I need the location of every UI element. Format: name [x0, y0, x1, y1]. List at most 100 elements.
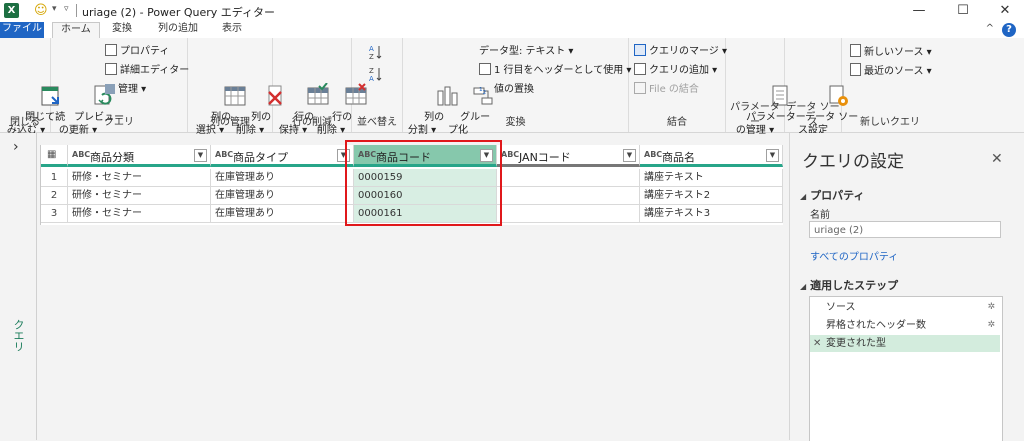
group-label-parameters: パラメーター: [730, 102, 780, 128]
column-header-product-name[interactable]: ABC 商品名 ▼: [640, 145, 783, 167]
table-cell[interactable]: 在庫管理あり: [211, 169, 354, 187]
table-cell[interactable]: [497, 205, 640, 223]
remove-columns-icon: [237, 70, 283, 106]
properties-heading[interactable]: ◢ プロパティ: [800, 187, 865, 203]
advanced-editor-icon: [105, 63, 117, 75]
table-corner-menu[interactable]: ▦: [41, 145, 68, 167]
help-icon[interactable]: ?: [1002, 23, 1016, 37]
ribbon-tabs: ファイル ホーム 変換 列の追加 表示 ^ ?: [0, 22, 1024, 39]
sort-ascending-button[interactable]: AZ: [369, 44, 383, 61]
text-type-icon[interactable]: ABC: [215, 150, 233, 159]
recent-sources-button[interactable]: 最近のソース ▾: [850, 63, 932, 79]
data-type-dropdown[interactable]: データ型: テキスト ▾: [479, 44, 573, 60]
text-type-icon[interactable]: ABC: [501, 150, 519, 159]
all-properties-link[interactable]: すべてのプロパティ: [810, 248, 898, 263]
remove-rows-button[interactable]: 行の 削除 ▾: [313, 44, 367, 150]
merge-queries-button[interactable]: クエリのマージ ▾: [634, 44, 727, 60]
ribbon-group-transform: 列の 分割 ▾ グルー プ化 データ型: テキスト ▾ 1 行目をヘッダーとして…: [403, 38, 631, 136]
merge-queries-icon: [634, 44, 646, 56]
table-cell[interactable]: 在庫管理あり: [211, 187, 354, 205]
table-cell[interactable]: 講座テキスト2: [640, 187, 783, 205]
choose-columns-button[interactable]: 列の 選択 ▾: [192, 44, 246, 150]
filter-dropdown-icon[interactable]: ▼: [766, 149, 779, 162]
table-cell[interactable]: 講座テキスト3: [640, 205, 783, 223]
advanced-editor-button[interactable]: 詳細エディター: [105, 63, 189, 79]
choose-columns-icon: [197, 70, 246, 106]
filter-dropdown-icon[interactable]: ▼: [194, 149, 207, 162]
sort-descending-button[interactable]: ZA: [369, 66, 383, 83]
query-name-input[interactable]: uriage (2): [809, 221, 1001, 238]
group-label-query: クエリ: [104, 117, 134, 128]
tab-transform[interactable]: 変換: [104, 22, 140, 38]
quick-access-dropdown-icon[interactable]: ▾: [52, 4, 57, 14]
manage-parameters-button[interactable]: パラメーター の管理 ▾: [727, 44, 806, 150]
tab-home[interactable]: ホーム: [52, 22, 100, 39]
maximize-button[interactable]: ☐: [948, 2, 978, 20]
group-by-button[interactable]: グルー プ化: [441, 44, 493, 150]
text-type-icon[interactable]: ABC: [72, 150, 90, 159]
refresh-preview-button[interactable]: プレビュー の更新 ▾: [55, 44, 124, 150]
svg-text:Z: Z: [369, 53, 374, 60]
close-icon[interactable]: ✕: [991, 151, 1003, 167]
applied-steps-heading[interactable]: ◢ 適用したステップ: [800, 277, 898, 293]
new-source-button[interactable]: 新しいソース ▾: [850, 44, 932, 60]
row-number[interactable]: 2: [41, 187, 68, 205]
ribbon-group-combine: クエリのマージ ▾ クエリの追加 ▾ File の結合 結合: [629, 38, 727, 132]
properties-button[interactable]: プロパティ: [105, 44, 169, 60]
column-header-product-type[interactable]: ABC 商品タイプ ▼: [211, 145, 354, 167]
column-name: JANコード: [519, 151, 571, 164]
svg-text:A: A: [369, 45, 374, 53]
tab-add-column[interactable]: 列の追加: [150, 22, 206, 38]
close-and-load-icon: [13, 70, 60, 106]
queries-pane-label[interactable]: クエリ: [10, 319, 26, 352]
table-cell[interactable]: 研修・セミナー: [68, 169, 211, 187]
tab-view[interactable]: 表示: [214, 22, 250, 38]
table-cell[interactable]: 研修・セミナー: [68, 205, 211, 223]
gear-icon[interactable]: ✲: [987, 317, 995, 334]
split-column-button[interactable]: 列の 分割 ▾: [405, 44, 458, 150]
group-label-data-source: データ ソース: [786, 102, 840, 128]
group-label-sort: 並べ替え: [357, 117, 397, 128]
remove-columns-button[interactable]: 列の 削除 ▾: [232, 44, 283, 150]
manage-button[interactable]: 管理 ▾: [105, 82, 146, 98]
settings-title: クエリの設定: [802, 152, 904, 172]
use-first-row-as-headers-button[interactable]: 1 行目をヘッダーとして使用 ▾: [479, 63, 631, 79]
combine-files-button: File の結合: [634, 82, 699, 98]
table-cell[interactable]: 研修・セミナー: [68, 187, 211, 205]
row-number[interactable]: 3: [41, 205, 68, 223]
ribbon-group-close: 閉じて読 み込む ▾ 閉じる: [0, 38, 65, 136]
row-number[interactable]: 1: [41, 169, 68, 187]
minimize-button[interactable]: —: [904, 2, 934, 20]
remove-rows-icon: [318, 70, 367, 105]
tab-file[interactable]: ファイル: [0, 22, 44, 38]
gear-icon[interactable]: ✲: [987, 299, 995, 316]
collapse-ribbon-icon[interactable]: ^: [986, 23, 994, 34]
group-label-close: 閉じる: [10, 117, 40, 128]
text-type-icon[interactable]: ABC: [644, 150, 662, 159]
filter-dropdown-icon[interactable]: ▼: [623, 149, 636, 162]
table-cell[interactable]: 在庫管理あり: [211, 205, 354, 223]
expand-queries-pane-icon[interactable]: ›: [13, 139, 19, 155]
quick-access-customize-icon[interactable]: ▿: [64, 4, 69, 14]
replace-values-icon: ¹₂: [479, 87, 487, 97]
group-label-reduce-rows: 行の削減: [292, 117, 332, 128]
new-source-icon: [850, 44, 861, 57]
step-label: ソース: [826, 302, 856, 313]
smiley-feedback-icon[interactable]: ☺: [34, 3, 48, 18]
table-cell[interactable]: [497, 187, 640, 205]
query-settings-pane: クエリの設定 ✕ ◢ プロパティ 名前 uriage (2) すべてのプロパティ …: [789, 133, 1024, 441]
step-promoted-headers[interactable]: 昇格されたヘッダー数 ✲: [810, 317, 1000, 334]
step-changed-type[interactable]: ✕ 変更された型: [810, 335, 1000, 352]
table-cell[interactable]: 講座テキスト: [640, 169, 783, 187]
table-cell[interactable]: [497, 169, 640, 187]
keep-rows-button[interactable]: 行の 保持 ▾: [275, 44, 329, 150]
delete-step-icon[interactable]: ✕: [813, 335, 821, 352]
replace-values-button[interactable]: ¹₂ 値の置換: [479, 82, 534, 98]
ribbon: 閉じて読 み込む ▾ 閉じる プレビュー の更新 ▾ プロパティ 詳細エディター…: [0, 38, 1024, 136]
column-header-jan-code[interactable]: ABC JANコード ▼: [497, 145, 640, 167]
table-icon: ▦: [47, 149, 57, 160]
close-window-button[interactable]: ✕: [990, 2, 1020, 20]
step-source[interactable]: ソース ✲: [810, 299, 1000, 316]
append-queries-button[interactable]: クエリの追加 ▾: [634, 63, 717, 79]
column-header-category[interactable]: ABC 商品分類 ▼: [68, 145, 211, 167]
